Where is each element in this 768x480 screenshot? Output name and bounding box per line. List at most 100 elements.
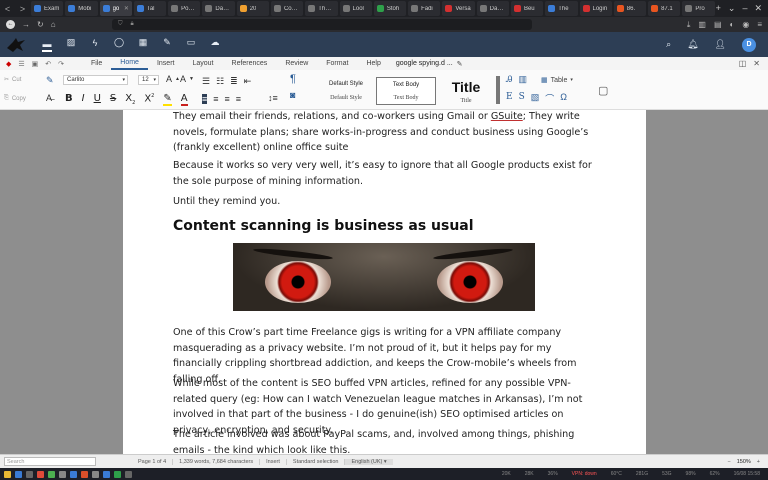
browser-tab[interactable]: Tal	[133, 1, 167, 16]
browser-tab[interactable]: The Cro	[305, 1, 338, 16]
menu-tab-help[interactable]: Help	[357, 57, 389, 70]
menu-tab-layout[interactable]: Layout	[183, 57, 222, 70]
account-icon[interactable]: ◉	[742, 20, 749, 30]
activity-bolt-icon[interactable]: ϟ	[90, 38, 100, 48]
clear-formatting-icon[interactable]: A̶	[46, 93, 52, 103]
align-center-icon[interactable]: ≡	[213, 94, 218, 104]
save-icon[interactable]: ▣	[32, 60, 39, 68]
underline-icon[interactable]: U	[94, 93, 101, 106]
reader-icon[interactable]: ▤	[714, 20, 722, 30]
notifications-bell-icon[interactable]: 🔔︎	[687, 39, 698, 50]
browser-tab[interactable]: Exam	[31, 1, 64, 16]
app-icon[interactable]	[59, 470, 66, 478]
minimize-window-button[interactable]: –	[742, 3, 747, 14]
menu-tab-file[interactable]: File	[82, 57, 111, 70]
insert-text-icon[interactable]: E	[506, 92, 513, 105]
language-select[interactable]: English (UK) ▾	[345, 458, 393, 465]
tab-scroll-right-button[interactable]: >	[20, 4, 25, 14]
paragraph-1[interactable]: They email their friends, relations, and…	[173, 110, 603, 156]
back-button-icon[interactable]: ←	[6, 20, 15, 29]
italic-icon[interactable]: I	[82, 93, 85, 106]
app-icon[interactable]	[26, 470, 33, 478]
app-icon[interactable]	[37, 470, 44, 478]
insert-chart-icon[interactable]: ▥	[519, 74, 528, 85]
tab-close-icon[interactable]: ✕	[124, 5, 129, 12]
browser-tab[interactable]: Pro	[682, 1, 715, 16]
formatting-marks-pilcrow-icon[interactable]: ¶	[290, 73, 296, 85]
browser-tab[interactable]: Comme	[270, 1, 304, 16]
notes-pen-icon[interactable]: ✎	[162, 37, 172, 48]
decrease-indent-icon[interactable]: ⇤	[244, 76, 252, 87]
search-icon[interactable]: ⌕	[666, 39, 671, 50]
copy-button[interactable]: ⎘ Copy	[4, 95, 26, 102]
home-icon[interactable]: ⌂	[51, 20, 56, 29]
paragraph-3[interactable]: Until they remind you.	[173, 194, 603, 210]
reload-icon[interactable]: ↻	[37, 20, 44, 29]
browser-tab[interactable]: Lool	[339, 1, 372, 16]
shrink-font-icon[interactable]: A ▼	[180, 74, 194, 84]
user-avatar[interactable]: D	[742, 37, 756, 52]
insert-special-s-icon[interactable]: S	[519, 92, 525, 105]
zoom-in-icon[interactable]: +	[757, 459, 760, 465]
browser-tab[interactable]: The	[545, 1, 578, 16]
style-preset[interactable]: Default Style Default Style	[316, 77, 376, 105]
spellcheck-underlined-word[interactable]: GSuite	[491, 111, 523, 122]
menu-tab-format[interactable]: Format	[317, 57, 357, 70]
bullet-list-icon[interactable]: ☰	[202, 76, 210, 87]
browser-tab[interactable]: Login	[579, 1, 612, 16]
deck-icon[interactable]: ▭	[186, 37, 196, 48]
strikethrough-icon[interactable]: S	[110, 93, 116, 106]
app-icon[interactable]	[70, 470, 77, 478]
highlight-color-icon[interactable]: ✎	[163, 93, 172, 106]
photos-icon[interactable]: ▨	[66, 37, 76, 48]
browser-tab[interactable]: Posts ‹ Cro	[168, 1, 201, 16]
menu-tab-home[interactable]: Home	[111, 57, 148, 70]
downloads-icon[interactable]: ⤓	[687, 20, 691, 30]
browser-tab[interactable]: Beu	[510, 1, 544, 16]
font-size-select[interactable]: 12 ▾	[138, 75, 159, 85]
clone-formatting-brush-icon[interactable]: ✎	[46, 75, 54, 86]
numbered-list-icon[interactable]: ☷	[216, 76, 224, 87]
browser-tab[interactable]: 20	[236, 1, 269, 16]
app-icon[interactable]	[48, 470, 55, 478]
style-preset[interactable]: Text Body Text Body	[376, 77, 436, 105]
paragraph-background-icon[interactable]: ◙	[290, 90, 295, 100]
undo-icon[interactable]: ↶	[45, 60, 51, 68]
selection-mode[interactable]: Standard selection	[287, 458, 346, 465]
insert-field-icon[interactable]: ⌒	[545, 92, 554, 105]
insert-table-button[interactable]: ▦ Table ▾	[541, 76, 573, 85]
app-menu-icon[interactable]: ≡	[757, 20, 762, 30]
browser-tab[interactable]: Daniel F	[476, 1, 509, 16]
library-icon[interactable]: ▥	[698, 20, 706, 30]
menu-tab-references[interactable]: References	[223, 57, 277, 70]
calendar-icon[interactable]: ▦	[138, 37, 148, 48]
insert-mode[interactable]: Insert	[260, 458, 287, 465]
browser-tab[interactable]: 87.1	[648, 1, 681, 16]
cut-button[interactable]: ✂ Cut	[4, 76, 21, 84]
close-window-button[interactable]: ✕	[754, 3, 762, 14]
files-folder-icon[interactable]: ▬	[42, 38, 52, 52]
paragraph-6[interactable]: The article involved was about PayPal sc…	[173, 427, 603, 454]
raven-logo-icon[interactable]	[0, 32, 32, 57]
rename-pencil-icon[interactable]: ✎	[457, 60, 463, 68]
align-right-icon[interactable]: ≡	[225, 94, 230, 104]
menu-tab-insert[interactable]: Insert	[148, 57, 184, 70]
document-canvas[interactable]: They email their friends, relations, and…	[0, 110, 768, 454]
document-name[interactable]: google spying.d ...	[396, 60, 453, 67]
font-name-select[interactable]: Carlito ▾	[63, 75, 128, 85]
insert-special-character-omega-icon[interactable]: Ω	[560, 92, 567, 105]
insert-comment-icon[interactable]: ▢	[598, 84, 608, 97]
app-icon[interactable]	[92, 470, 99, 478]
line-spacing-icon[interactable]: ↕≡	[268, 93, 278, 103]
grow-font-icon[interactable]: A ▲	[166, 74, 180, 84]
style-preset[interactable]: Title Title	[436, 77, 496, 105]
fontwork-icon[interactable]: Ꭿ	[506, 74, 513, 85]
url-field[interactable]: ⛉ 🔒︎	[112, 19, 532, 30]
sidebar-panel-icon[interactable]: ◫	[739, 59, 747, 68]
app-icon[interactable]	[125, 470, 132, 478]
section-heading[interactable]: Content scanning is business as usual	[173, 218, 474, 234]
cloud-upload-icon[interactable]: ☁	[210, 37, 220, 48]
new-tab-button[interactable]: +	[716, 3, 721, 14]
justify-icon[interactable]: ≡	[236, 94, 241, 104]
browser-tab[interactable]: Versa	[442, 1, 475, 16]
